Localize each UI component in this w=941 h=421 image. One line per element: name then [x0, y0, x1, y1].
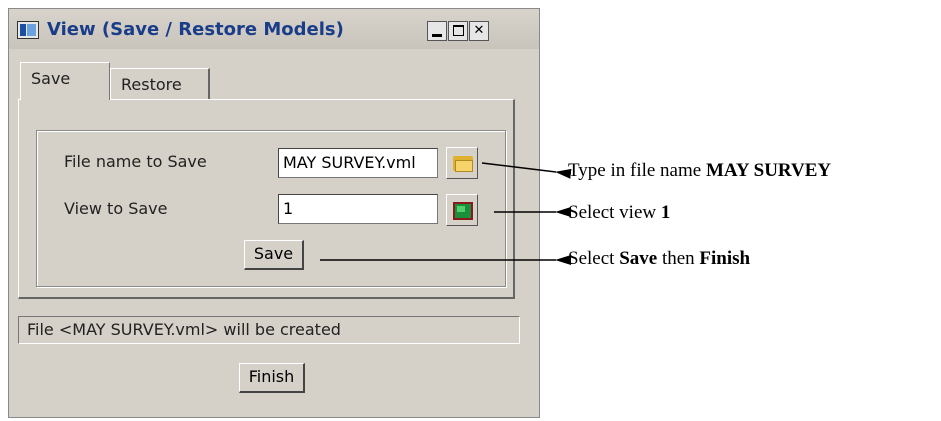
arrow-file-name — [481, 162, 572, 179]
callout-arrows — [320, 162, 572, 265]
annotation-file-name: Type in file name MAY SURVEY — [568, 160, 832, 181]
annotation-view: Select view 1 — [568, 202, 671, 223]
tab-save[interactable]: Save — [20, 62, 110, 100]
annotation-save-finish: Select Save then Finish — [568, 248, 751, 269]
